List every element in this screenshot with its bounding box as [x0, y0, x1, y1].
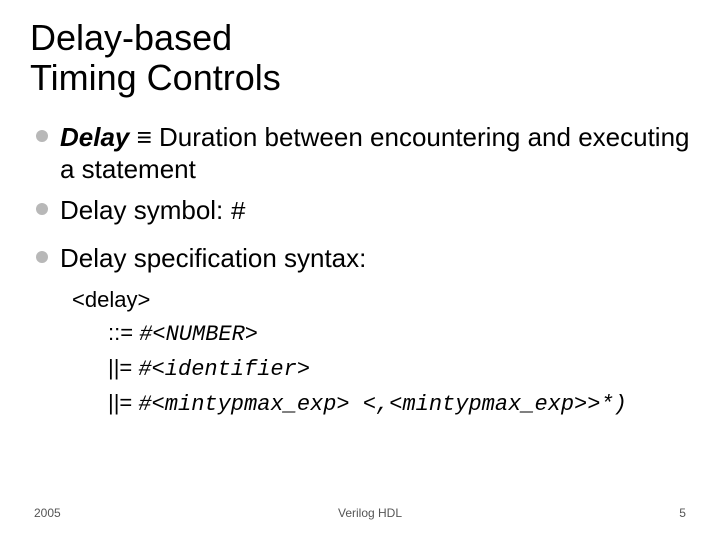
bullet-lead: Delay	[60, 122, 129, 152]
syntax-op: ||=	[108, 355, 138, 380]
syntax-val: #<identifier>	[138, 357, 310, 382]
delay-symbol-code: #	[231, 197, 247, 227]
syntax-rule-1: ::= #<NUMBER>	[72, 316, 690, 351]
syntax-block: <delay> ::= #<NUMBER> ||= #<identifier> …	[72, 283, 690, 421]
syntax-val: #<mintypmax_exp> <,<mintypmax_exp>>*)	[138, 392, 626, 417]
slide-footer: 2005 Verilog HDL 5	[0, 506, 720, 520]
title-line-2: Timing Controls	[30, 57, 281, 98]
syntax-rule-2: ||= #<identifier>	[72, 351, 690, 386]
syntax-op: ||=	[108, 390, 138, 415]
footer-year: 2005	[34, 506, 61, 520]
bullet-text: Delay symbol:	[60, 195, 231, 225]
bullet-delay-definition: Delay ≡ Duration between encountering an…	[36, 121, 690, 186]
syntax-op: ::=	[108, 320, 139, 345]
bullet-list: Delay ≡ Duration between encountering an…	[30, 121, 690, 275]
bullet-delay-syntax: Delay specification syntax:	[36, 242, 690, 275]
slide: Delay-based Timing Controls Delay ≡ Dura…	[0, 0, 720, 540]
title-line-1: Delay-based	[30, 17, 232, 58]
bullet-text: Delay specification syntax:	[60, 243, 366, 273]
slide-title: Delay-based Timing Controls	[30, 18, 690, 99]
footer-title: Verilog HDL	[338, 506, 402, 520]
bullet-delay-symbol: Delay symbol: #	[36, 194, 690, 229]
bullet-sep: ≡	[129, 122, 159, 152]
syntax-rule-3: ||= #<mintypmax_exp> <,<mintypmax_exp>>*…	[72, 386, 690, 421]
syntax-val: #<NUMBER>	[139, 322, 258, 347]
footer-page-number: 5	[679, 506, 686, 520]
syntax-lhs: <delay>	[72, 283, 690, 316]
